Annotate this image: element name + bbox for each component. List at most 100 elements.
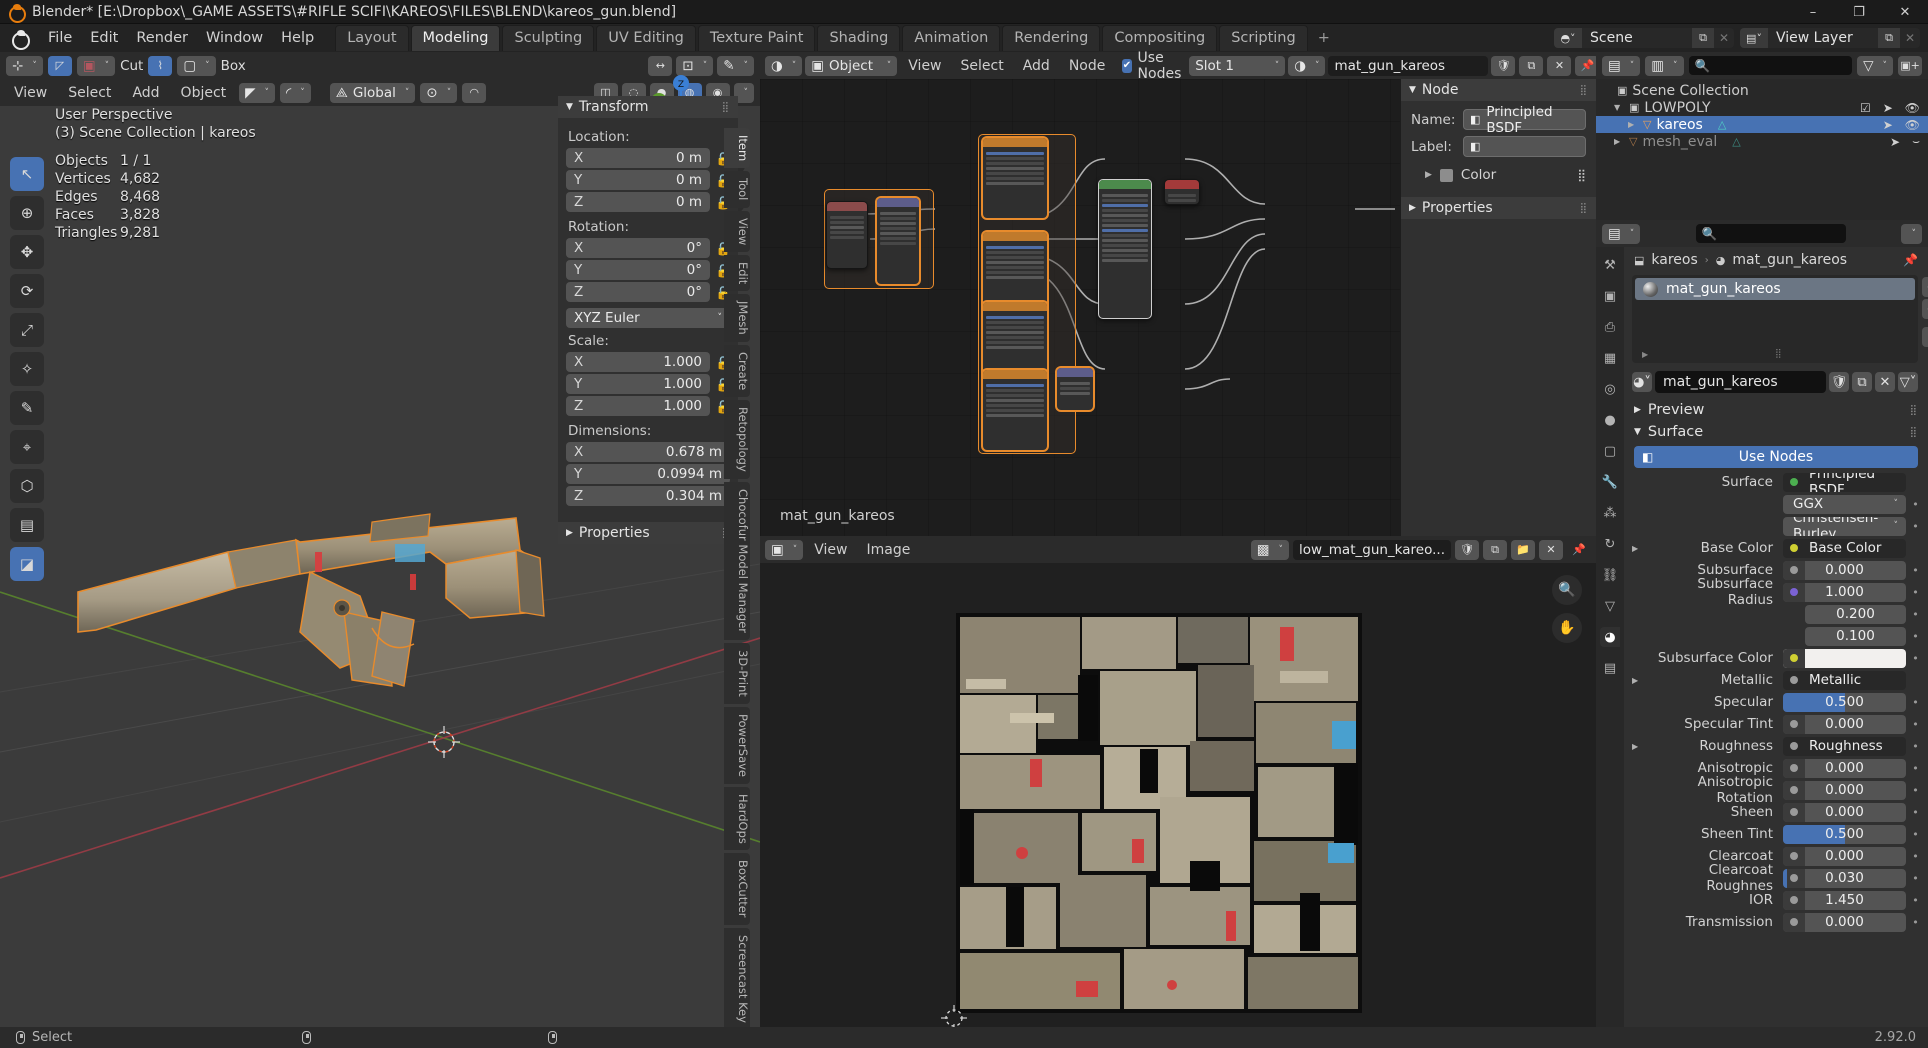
material-browse-icon[interactable]: ◑˅ (1288, 56, 1325, 76)
anim-dot-18[interactable]: • (1911, 872, 1920, 885)
viewport-menu-add[interactable]: Add (124, 83, 167, 103)
rotation-z-field[interactable]: Z0° (566, 282, 710, 302)
tool-move-icon[interactable]: ✥ (10, 235, 44, 269)
tool-rotate-icon[interactable]: ⟳ (10, 274, 44, 308)
view-layer-tab[interactable]: ▦ (1600, 348, 1620, 368)
scale-z-field[interactable]: Z1.000 (566, 396, 710, 416)
remove-view-layer-icon[interactable]: ✕ (1900, 28, 1920, 48)
menu-help[interactable]: Help (272, 27, 323, 49)
node-normal-map[interactable] (1056, 367, 1094, 411)
outliner-search-input[interactable]: 🔍 (1689, 56, 1853, 75)
node-color-presets-icon[interactable]: ⣿ (1577, 168, 1586, 182)
fake-user-shield-icon-mat[interactable]: 🛡 (1829, 372, 1849, 392)
viewport-menu-object[interactable]: Object (173, 83, 235, 103)
material-slot-specials-button[interactable]: ⌄ (1922, 327, 1928, 347)
menu-file[interactable]: File (39, 27, 81, 49)
outliner-filter-icon[interactable]: ▽˅ (1857, 56, 1893, 76)
prop-value-subsurface[interactable]: 0.000 (1783, 561, 1906, 580)
node-mapping[interactable] (876, 197, 920, 285)
dimensions-z-field[interactable]: Z0.304 m (566, 486, 730, 506)
image-menu-view[interactable]: View (806, 540, 855, 560)
outliner-editor-type-selector[interactable]: ▤˅ (1602, 56, 1640, 76)
workspace-tab-scripting[interactable]: Scripting (1219, 25, 1307, 51)
proportional-falloff-icon[interactable]: ◠ (462, 83, 486, 103)
cursor-disable-icon-lowpoly[interactable]: ➤ (1883, 101, 1893, 115)
anim-dot-14[interactable]: • (1911, 784, 1920, 797)
anim-dot-15[interactable]: • (1911, 806, 1920, 819)
side-tab-item[interactable]: Item (724, 128, 750, 168)
minimize-button[interactable]: – (1790, 0, 1836, 24)
workspace-tab-modeling[interactable]: Modeling (411, 25, 501, 51)
prop-value-13[interactable]: 0.000 (1783, 759, 1906, 778)
rotation-mode-dropdown[interactable]: XYZ Euler˅ (566, 308, 730, 328)
material-slot-row[interactable]: mat_gun_kareos (1635, 278, 1915, 300)
browse-material-icon[interactable]: ◕˅ (1632, 372, 1652, 392)
node-menu-view[interactable]: View (900, 56, 949, 76)
dimensions-y-field[interactable]: Y0.0994 m (566, 464, 730, 484)
eye-icon-kareos[interactable]: 👁 (1905, 118, 1920, 132)
mesh-data-icon-eval[interactable]: △ (1732, 135, 1740, 148)
anim-dot-subsurface-radius[interactable]: • (1911, 586, 1920, 599)
use-nodes-checkbox[interactable]: ✔ (1122, 59, 1131, 73)
properties-panel-header[interactable]: ▶ Properties ⣿ (558, 522, 738, 544)
prop-value-subsurface-radius-3[interactable]: 0.100 (1805, 627, 1906, 646)
prop-value-subsurface-radius-2[interactable]: 0.200 (1805, 605, 1906, 624)
side-tab-powersave[interactable]: PowerSave (724, 707, 750, 784)
anim-dot-subsurface[interactable]: • (1911, 564, 1920, 577)
prop-value-15[interactable]: 0.000 (1783, 803, 1906, 822)
workspace-tab-compositing[interactable]: Compositing (1102, 25, 1217, 51)
properties-editor-type-selector[interactable]: ▤˅ (1602, 224, 1640, 244)
use-nodes-button[interactable]: ◧ Use Nodes (1634, 446, 1918, 468)
dimensions-x-field[interactable]: X0.678 m (566, 442, 730, 462)
outliner-row-scene-collection[interactable]: ▣ Scene Collection (1596, 82, 1928, 99)
mesh-data-icon-kareos[interactable]: △ (1718, 118, 1726, 131)
tool-gizmo-icon[interactable]: ◸ (48, 56, 72, 76)
open-folder-icon[interactable]: 📁 (1511, 540, 1535, 560)
image-editor-canvas[interactable]: 🔍 ✋ (760, 563, 1596, 1027)
node-menu-select[interactable]: Select (953, 56, 1012, 76)
snap-magnet-toggle[interactable]: ◤˅ (239, 83, 275, 103)
surface-section-header[interactable]: ▼ Surface ⣿ (1624, 421, 1928, 443)
node-menu-add[interactable]: Add (1015, 56, 1058, 76)
close-button[interactable]: ✕ (1882, 0, 1928, 24)
anim-dot-13[interactable]: • (1911, 762, 1920, 775)
constraints-tab[interactable]: ⛓ (1600, 565, 1620, 585)
tool-annotate-icon[interactable]: ✎ (10, 391, 44, 425)
prop-value-base-color[interactable]: Base Color (1783, 539, 1906, 558)
properties-search-input[interactable]: 🔍 (1696, 224, 1846, 243)
image-name-field[interactable]: low_mat_gun_kareo... (1293, 540, 1451, 560)
eye-icon-lowpoly[interactable]: 👁 (1905, 101, 1920, 115)
new-scene-icon[interactable]: ⧉ (1692, 28, 1714, 48)
prop-value-19[interactable]: 1.450 (1783, 891, 1906, 910)
output-tab[interactable]: ⎙ (1600, 317, 1620, 337)
expand-icon-2[interactable]: ▶ (1628, 120, 1638, 129)
prop-value-distribution[interactable]: GGX˅ (1783, 495, 1906, 514)
node-color-swatch[interactable] (1440, 169, 1453, 182)
side-tab-chocofur[interactable]: Chocofur Model Manager (724, 482, 750, 640)
menu-window[interactable]: Window (197, 27, 272, 49)
anim-dot-20[interactable]: • (1911, 916, 1920, 929)
side-tab-screencast-key[interactable]: Screencast Key (724, 928, 750, 1027)
falloff-selector[interactable]: ▢˅ (177, 56, 215, 76)
side-tab-edit[interactable]: Edit (724, 255, 750, 291)
node-image-texture-1[interactable] (982, 137, 1048, 219)
workspace-tab-uv-editing[interactable]: UV Editing (596, 25, 696, 51)
location-y-field[interactable]: Y0 m (566, 170, 710, 190)
menu-render[interactable]: Render (127, 27, 197, 49)
new-view-layer-icon[interactable]: ⧉ (1878, 28, 1900, 48)
expand-icon-metallic[interactable]: ▶ (1632, 676, 1643, 685)
scene-selector[interactable]: ◓˅ Scene ⧉ ✕ (1554, 28, 1734, 48)
material-tab[interactable]: ◕ (1600, 627, 1620, 647)
prop-value-subsurface-radius-1[interactable]: 1.000 (1783, 583, 1906, 602)
outliner-row-lowpoly[interactable]: ▼ ▣ LOWPOLY ☑➤👁 (1596, 99, 1928, 116)
anim-dot-16[interactable]: • (1911, 828, 1920, 841)
particles-tab[interactable]: ⁂ (1600, 503, 1620, 523)
add-workspace-button[interactable]: + (1310, 26, 1338, 51)
pin-icon[interactable]: 📌 (1567, 540, 1591, 560)
side-tab-3d-print[interactable]: 3D-Print (724, 643, 750, 704)
material-link-dropdown[interactable]: ▽˅ (1898, 372, 1918, 392)
image-menu-image[interactable]: Image (859, 540, 919, 560)
outliner-row-kareos[interactable]: ▶ ▽ kareos △ ➤👁 (1596, 116, 1928, 133)
node-editor-type-selector[interactable]: ◑˅ (765, 56, 802, 76)
image-editor[interactable]: ▣˅ View Image ▩˅ low_mat_gun_kareo... 🛡 … (760, 536, 1596, 1027)
